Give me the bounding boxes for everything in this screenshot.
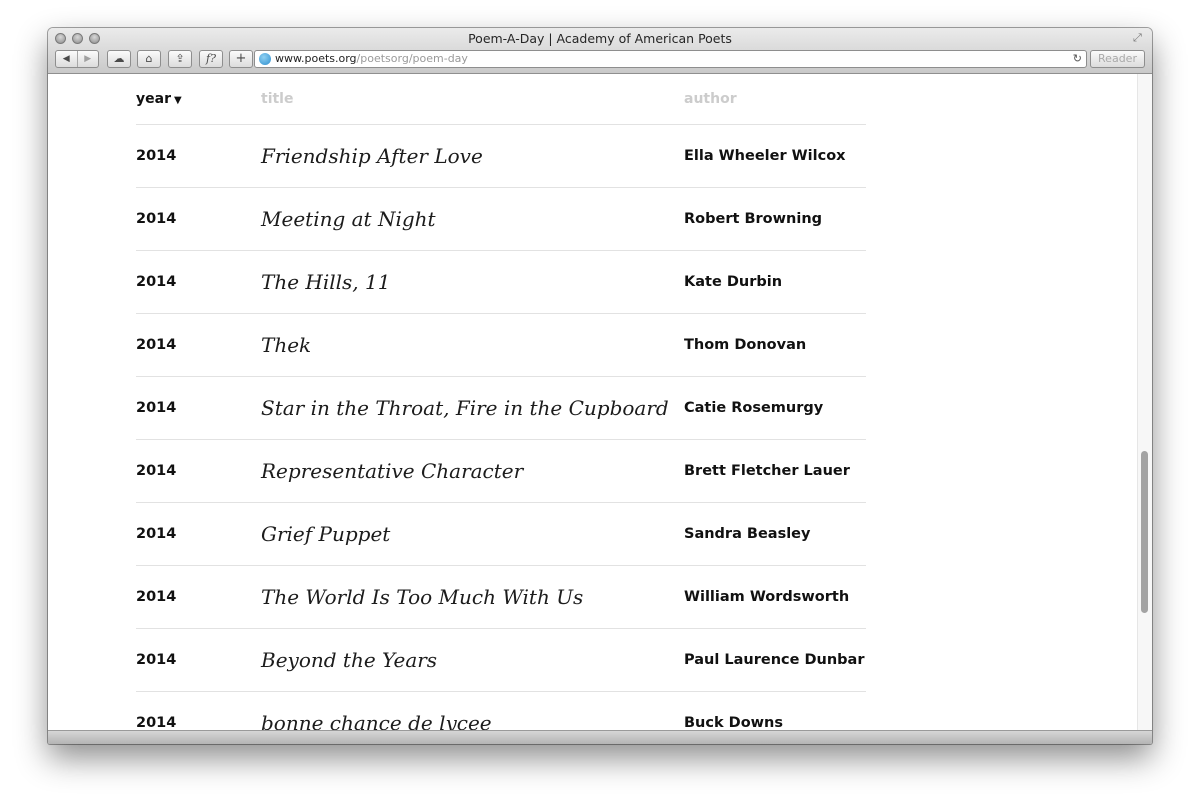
poem-year: 2014 <box>136 187 261 251</box>
table-row: 2014 The World Is Too Much With Us Willi… <box>136 565 866 629</box>
browser-chrome: Poem-A-Day | Academy of American Poets ⤢… <box>48 28 1152 74</box>
poem-year: 2014 <box>136 439 261 503</box>
add-icon[interactable]: + <box>229 50 253 68</box>
poem-author-link[interactable]: Kate Durbin <box>684 250 866 314</box>
poem-author-link[interactable]: Thom Donovan <box>684 313 866 377</box>
url-path: /poetsorg/poem-day <box>356 52 468 65</box>
table-header-row: year ▼ title author <box>136 74 866 125</box>
table-row: 2014 The Hills, 11 Kate Durbin <box>136 250 866 314</box>
poem-year: 2014 <box>136 124 261 188</box>
reload-icon[interactable]: ↻ <box>1073 51 1082 67</box>
table-row: 2014 Star in the Throat, Fire in the Cup… <box>136 376 866 440</box>
poem-author-link[interactable]: Paul Laurence Dunbar <box>684 628 866 692</box>
poem-title-link[interactable]: Grief Puppet <box>261 502 684 566</box>
globe-icon <box>259 53 271 65</box>
poem-title-link[interactable]: Beyond the Years <box>261 628 684 692</box>
cloud-icon[interactable]: ☁ <box>107 50 131 68</box>
poem-title-link[interactable]: The Hills, 11 <box>261 250 684 314</box>
poem-title-link[interactable]: Star in the Throat, Fire in the Cupboard <box>261 376 684 440</box>
title-column-header[interactable]: title <box>261 74 684 125</box>
poem-title-link[interactable]: bonne chance de lycee <box>261 691 684 730</box>
sort-descending-icon: ▼ <box>173 95 182 106</box>
back-forward-buttons: ◀ ▶ <box>55 50 99 68</box>
year-header-label: year <box>136 91 171 107</box>
fullscreen-icon[interactable]: ⤢ <box>1133 32 1145 44</box>
table-row: 2014 Representative Character Brett Flet… <box>136 439 866 503</box>
poem-title-link[interactable]: The World Is Too Much With Us <box>261 565 684 629</box>
poem-year: 2014 <box>136 628 261 692</box>
toolbar: ◀ ▶ ☁ ⌂ ⇪ f? + www.poets.org/poetsorg/po… <box>48 49 1152 71</box>
table-row: 2014 Thek Thom Donovan <box>136 313 866 377</box>
table-row: 2014 Meeting at Night Robert Browning <box>136 187 866 251</box>
author-column-header[interactable]: author <box>684 74 866 125</box>
forward-icon[interactable]: ▶ <box>78 51 99 67</box>
poem-year: 2014 <box>136 376 261 440</box>
function-icon[interactable]: f? <box>199 50 223 68</box>
url-host: www.poets.org <box>275 52 357 65</box>
poem-year: 2014 <box>136 565 261 629</box>
address-bar[interactable]: www.poets.org/poetsorg/poem-day ↻ <box>254 50 1087 68</box>
scrollbar-thumb[interactable] <box>1141 451 1148 613</box>
poem-year: 2014 <box>136 502 261 566</box>
poem-title-link[interactable]: Meeting at Night <box>261 187 684 251</box>
table-row: 2014 bonne chance de lycee Buck Downs <box>136 691 866 730</box>
table-row: 2014 Friendship After Love Ella Wheeler … <box>136 124 866 188</box>
poem-author-link[interactable]: Catie Rosemurgy <box>684 376 866 440</box>
url-text: www.poets.org/poetsorg/poem-day <box>275 51 468 67</box>
poem-title-link[interactable]: Friendship After Love <box>261 124 684 188</box>
year-column-header[interactable]: year ▼ <box>136 74 261 125</box>
poem-author-link[interactable]: Buck Downs <box>684 691 866 730</box>
poem-author-link[interactable]: Ella Wheeler Wilcox <box>684 124 866 188</box>
share-icon[interactable]: ⇪ <box>168 50 192 68</box>
reader-button[interactable]: Reader <box>1090 50 1145 68</box>
vertical-scrollbar[interactable] <box>1137 74 1152 730</box>
poem-year: 2014 <box>136 313 261 377</box>
table-row: 2014 Beyond the Years Paul Laurence Dunb… <box>136 628 866 692</box>
page-viewport: year ▼ title author 2014 Friendship After… <box>48 74 1152 730</box>
poem-author-link[interactable]: Robert Browning <box>684 187 866 251</box>
poem-author-link[interactable]: Sandra Beasley <box>684 502 866 566</box>
back-icon[interactable]: ◀ <box>56 51 78 67</box>
poem-year: 2014 <box>136 691 261 730</box>
browser-window: Poem-A-Day | Academy of American Poets ⤢… <box>48 28 1152 744</box>
poem-title-link[interactable]: Thek <box>261 313 684 377</box>
poem-year: 2014 <box>136 250 261 314</box>
table-row: 2014 Grief Puppet Sandra Beasley <box>136 502 866 566</box>
poem-author-link[interactable]: Brett Fletcher Lauer <box>684 439 866 503</box>
poems-table: year ▼ title author 2014 Friendship After… <box>136 74 866 730</box>
window-title: Poem-A-Day | Academy of American Poets <box>468 31 732 46</box>
poem-author-link[interactable]: William Wordsworth <box>684 565 866 629</box>
home-icon[interactable]: ⌂ <box>137 50 161 68</box>
status-bar <box>48 730 1152 744</box>
poem-title-link[interactable]: Representative Character <box>261 439 684 503</box>
